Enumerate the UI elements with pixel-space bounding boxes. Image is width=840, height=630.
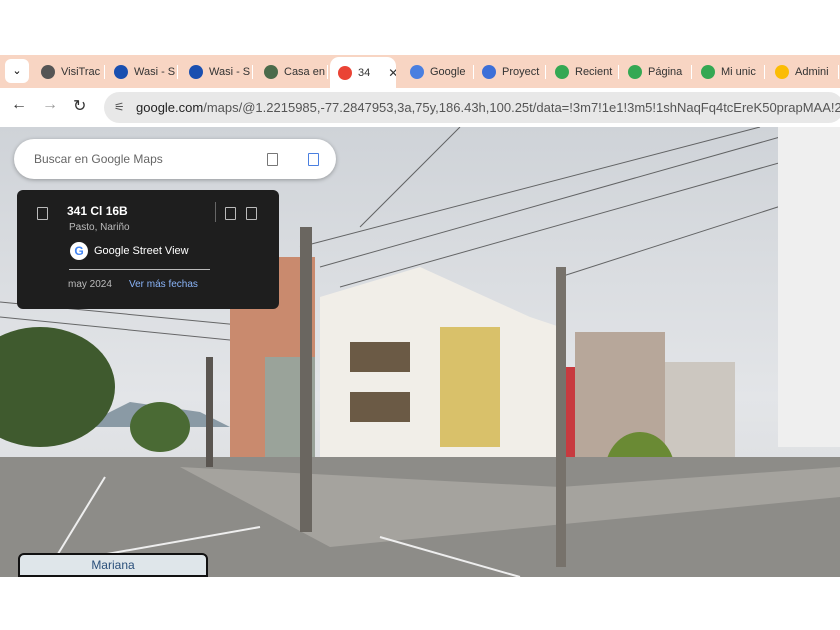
tab-title: Recient [575,65,613,78]
minimap[interactable]: Mariana [18,553,208,577]
tab[interactable]: Recient [547,55,619,88]
tab[interactable]: 34 ✕ [330,57,396,88]
capture-date: may 2024 [68,279,112,290]
tab-title: Mi unic [721,65,756,78]
tab-favicon-icon [338,65,352,80]
address-subtitle: Pasto, Nariño [69,222,130,233]
tab-title: Google [430,65,466,78]
address-title: 341 Cl 16B [67,204,128,218]
more-dates-link[interactable]: Ver más fechas [129,279,198,290]
more-icon[interactable] [246,207,257,220]
tab[interactable]: Casa en [256,55,328,88]
tab-separator [764,65,765,79]
tab-title: Casa en [284,65,325,78]
google-logo-icon: G [70,242,88,260]
forward-button[interactable]: → [42,96,58,114]
tab-separator [691,65,692,79]
site-settings-icon[interactable]: ⚟ [114,92,125,123]
tab-favicon-icon [264,64,278,79]
tab-title: Proyect [502,65,540,78]
tab-separator [327,65,328,79]
address-bar-row: ← → ↻ ⚟ google.com/maps/@1.2215985,-77.2… [0,88,840,127]
tab[interactable]: Admini [767,55,839,88]
directions-icon[interactable] [267,153,278,166]
tab-title: Wasi - S [134,65,176,78]
tab-favicon-icon [41,64,55,79]
tab[interactable]: Wasi - S [181,55,253,88]
tab-title: Admini [795,65,829,78]
minimap-label: Mariana [91,558,135,572]
tab-title: Página [648,65,683,78]
share-icon[interactable] [225,207,236,220]
tab-favicon-icon [114,64,128,79]
close-icon[interactable] [308,153,319,166]
tab[interactable]: Wasi - S [106,55,178,88]
tab-title: Wasi - S [209,65,251,78]
street-view[interactable]: Buscar en Google Maps 341 Cl 16B Pasto, … [0,127,840,577]
tab-favicon-icon [189,64,203,79]
back-button[interactable]: ← [11,96,27,114]
tab-separator [252,65,253,79]
tab-separator [104,65,105,79]
tab-bar: ⌄ VisiTrac Wasi - S Wasi - S Casa en 34 ✕ Goog… [0,55,840,88]
tab[interactable]: Proyect [474,55,546,88]
tab-separator [618,65,619,79]
close-tab-icon[interactable]: ✕ [388,66,396,80]
tab-favicon-icon [410,64,424,79]
reload-button[interactable]: ↻ [73,96,86,116]
tab-separator [545,65,546,79]
street-view-info-card: 341 Cl 16B Pasto, Nariño G Google Street… [17,190,279,309]
tab-favicon-icon [555,64,569,79]
tab-favicon-icon [482,64,496,79]
tab-separator [838,65,839,79]
tab-title: 34 [358,66,371,79]
divider [215,202,216,222]
tab[interactable]: VisiTrac [33,55,105,88]
tab[interactable]: Google [402,55,474,88]
timeline-slider[interactable] [69,269,210,270]
tab-favicon-icon [628,64,642,79]
url-input[interactable]: ⚟ google.com/maps/@1.2215985,-77.2847953… [104,92,840,123]
tab[interactable]: Página [620,55,692,88]
source-label: Google Street View [94,245,189,257]
tab-favicon-icon [701,64,715,79]
tab-title: VisiTrac [61,65,101,78]
back-icon[interactable] [37,207,48,220]
search-box[interactable]: Buscar en Google Maps [14,139,336,179]
tab-search-button[interactable]: ⌄ [5,59,29,83]
tab[interactable]: Mi unic [693,55,765,88]
tab-separator [177,65,178,79]
tab-favicon-icon [775,64,789,79]
